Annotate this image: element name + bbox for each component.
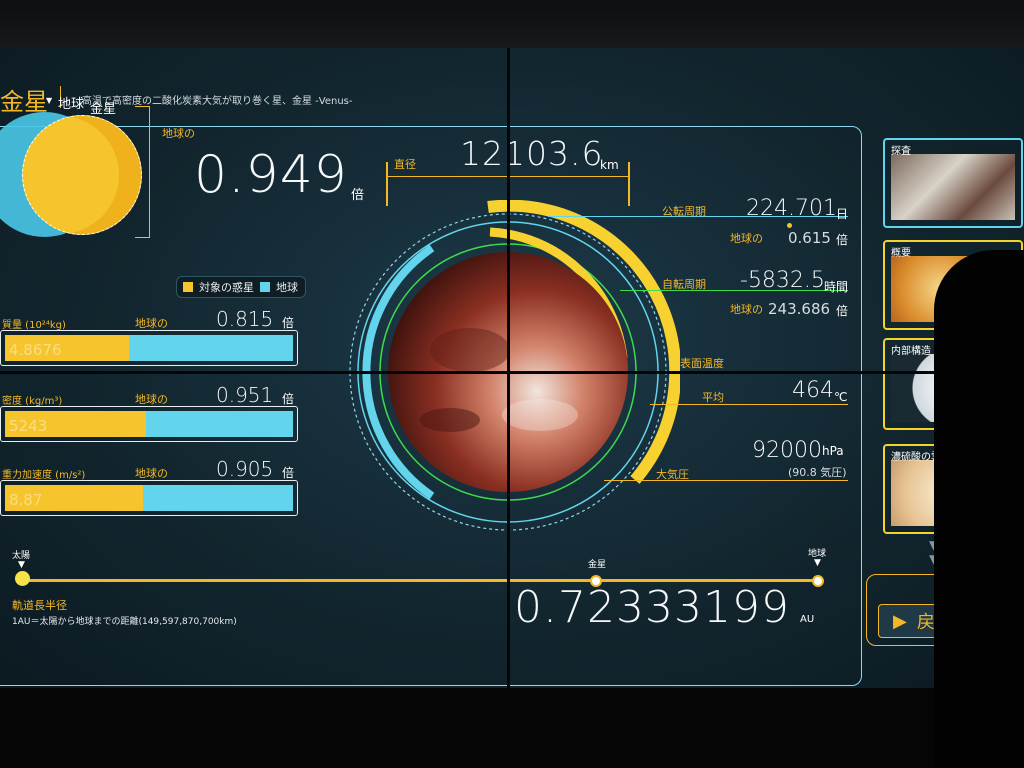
page-subtitle: 高温で高密度の二酸化炭素大気が取り巻く星、金星 -Venus- xyxy=(82,96,353,107)
venus-orbit-label: 金星 xyxy=(588,560,607,570)
gravity-prefix: 地球の xyxy=(135,467,168,480)
atmosphere-label: 大気圧 xyxy=(656,468,689,481)
rotation-period-unit: 時間 xyxy=(824,280,849,294)
thumbnail-label: 概要 xyxy=(891,248,911,259)
atmosphere-value: 92000 xyxy=(752,438,822,463)
earth-marker-icon: ▼ xyxy=(814,558,821,568)
surface-temp-value: 464 xyxy=(792,378,834,403)
diameter-ratio-value: 0.949 xyxy=(194,145,348,205)
orbital-period-label: 公転周期 xyxy=(662,205,706,218)
atmosphere-sub: (90.8 気圧) xyxy=(788,466,847,479)
orbit-title: 軌道長半径 xyxy=(12,599,67,612)
mass-value: 4.8676 xyxy=(9,341,62,359)
density-bar-earth: 5243 xyxy=(5,411,293,437)
diameter-ratio-prefix: 地球の xyxy=(162,127,195,140)
surface-temp-unit: ℃ xyxy=(834,390,848,404)
gravity-bar: 8.87 xyxy=(0,480,298,516)
surface-temp-avg-label: 平均 xyxy=(702,391,724,404)
legend-target-label: 対象の惑星 xyxy=(199,281,254,294)
sun-dot xyxy=(15,571,30,586)
orbital-period-value: 224.701 xyxy=(746,196,837,221)
atmosphere-line xyxy=(604,480,848,481)
orbital-earth-ratio: 0.615 xyxy=(788,229,831,247)
venus-planet-graphic xyxy=(349,200,680,531)
orbital-period-unit: 日 xyxy=(836,207,849,221)
density-ratio: 0.951 xyxy=(216,383,274,407)
orbit-value: 0.72333199 xyxy=(514,582,790,633)
thumbnail-exploration[interactable]: 探査 xyxy=(883,138,1023,228)
display-screen: 金星 高温で高密度の二酸化炭素大気が取り巻く星、金星 -Venus- ▼ 地球 … xyxy=(0,48,1024,690)
rotation-period-label: 自転周期 xyxy=(662,278,706,291)
chevron-right-icon: ▶ xyxy=(893,610,907,632)
gravity-ratio: 0.905 xyxy=(216,457,274,481)
density-value: 5243 xyxy=(9,417,48,435)
thumbnail-label: 探査 xyxy=(891,146,911,157)
diameter-value: 12103.6 xyxy=(460,134,604,173)
bezel-horizontal xyxy=(0,371,1024,374)
gravity-bar-earth: 8.87 xyxy=(5,485,293,511)
rotation-earth-unit: 倍 xyxy=(836,304,849,318)
mass-unit: 倍 xyxy=(282,316,295,330)
venus-circle xyxy=(22,115,142,235)
venus-label: 金星 xyxy=(90,102,117,117)
bezel-vertical xyxy=(507,48,510,690)
surface-temp-line xyxy=(650,404,848,405)
size-bracket xyxy=(135,106,150,238)
rotation-earth-prefix: 地球の xyxy=(730,303,763,316)
diameter-unit: km xyxy=(600,158,619,172)
density-unit: 倍 xyxy=(282,392,295,406)
earth-orbit-dot xyxy=(812,575,824,587)
person-silhouette xyxy=(934,250,1024,768)
gravity-label: 重力加速度 (m/s²) xyxy=(2,470,86,481)
legend-earth-label: 地球 xyxy=(276,281,298,294)
earth-label: 地球 xyxy=(58,97,85,112)
ceiling xyxy=(0,0,1024,50)
comparison-legend: 対象の惑星 地球 xyxy=(176,276,306,298)
orbit-note: 1AU＝太陽から地球までの距離(149,597,870,700km) xyxy=(12,617,237,627)
mass-prefix: 地球の xyxy=(135,317,168,330)
density-bar: 5243 xyxy=(0,406,298,442)
mass-label: 質量 (10²⁴kg) xyxy=(2,320,66,331)
mass-ratio: 0.815 xyxy=(216,307,274,331)
density-label: 密度 (kg/m³) xyxy=(2,396,63,407)
probe-image xyxy=(891,154,1015,220)
legend-earth-swatch xyxy=(260,282,270,292)
thumbnail-label: 内部構造 xyxy=(891,346,931,357)
gravity-value: 8.87 xyxy=(9,491,43,509)
gravity-unit: 倍 xyxy=(282,466,295,480)
floor xyxy=(0,688,1024,768)
earth-marker-icon: ▼ xyxy=(46,96,53,105)
orbital-earth-unit: 倍 xyxy=(836,233,849,247)
decorative-dot xyxy=(787,223,792,228)
diameter-label: 直径 xyxy=(394,158,416,171)
sun-marker-icon: ▼ xyxy=(18,560,25,570)
rotation-earth-ratio: 243.686 xyxy=(768,300,831,318)
mass-bar-earth: 4.8676 xyxy=(5,335,293,361)
mass-bar: 4.8676 xyxy=(0,330,298,366)
surface-temp-label: 表面温度 xyxy=(680,357,724,370)
orbit-unit: AU xyxy=(800,614,815,625)
orbital-earth-prefix: 地球の xyxy=(730,232,763,245)
legend-target-swatch xyxy=(183,282,193,292)
density-prefix: 地球の xyxy=(135,393,168,406)
atmosphere-unit: hPa xyxy=(822,444,844,458)
rotation-period-value: -5832.5 xyxy=(740,268,825,293)
